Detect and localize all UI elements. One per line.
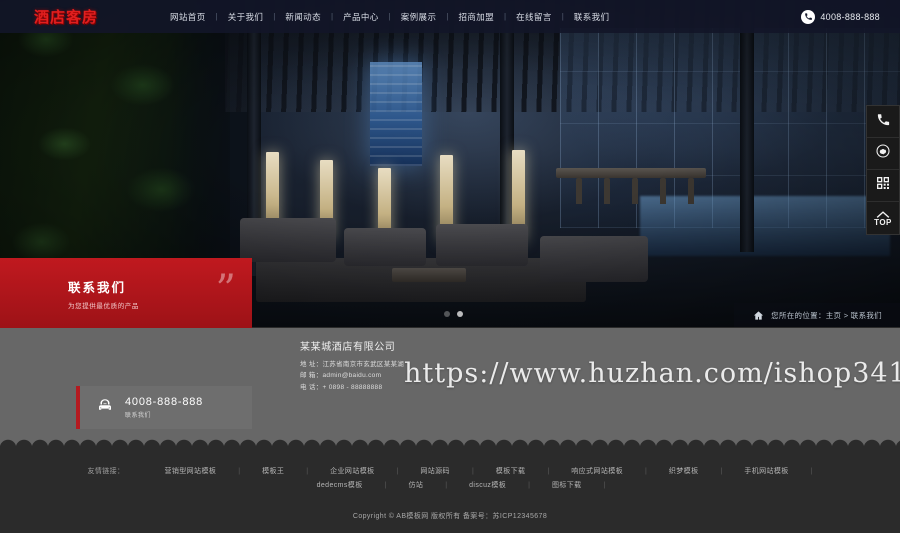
friend-links: 友情链接： 营销型网站模板 | 模板王 | 企业网站模板 | 网站源码 | 模板… [0,448,900,492]
footer-link[interactable]: dedecms模板 [295,478,385,492]
company-address: 地 址：江苏省南京市玄武区某某湖 [300,361,405,368]
back-to-top-label: TOP [874,218,892,227]
footer-link[interactable]: 响应式网站模板 [549,464,645,478]
main-navigation: 网站首页 | 关于我们 | 新闻动态 | 产品中心 | 案例展示 | 招商加盟 … [160,11,801,23]
copyright-text: Copyright © AB模板网 版权所有 备案号：苏ICP12345678 [352,513,548,520]
side-wechat-button[interactable] [867,138,899,170]
friend-links-row-2: dedecms模板 | 仿站 | discuz模板 | 图标下载 | [0,478,900,492]
header-phone[interactable]: 4008-888-888 [801,9,900,24]
side-phone-button[interactable] [867,106,899,138]
phone-icon [876,112,891,132]
slider-dot-active[interactable] [457,311,463,317]
contact-banner: 联系我们 为您提供最优质的产品 ” [0,258,252,328]
friend-links-row-1: 友情链接： 营销型网站模板 | 模板王 | 企业网站模板 | 网站源码 | 模板… [0,464,900,478]
home-icon[interactable] [752,309,765,322]
site-logo[interactable]: 酒店客房 [0,6,160,27]
contact-banner-subtitle: 为您提供最优质的产品 [68,302,139,310]
contact-banner-text: 联系我们 为您提供最优质的产品 [0,277,139,310]
nav-item-home[interactable]: 网站首页 [160,11,216,23]
company-name: 某某城酒店有限公司 [300,342,396,353]
footer-link[interactable]: 企业网站模板 [308,464,396,478]
header-phone-number: 4008-888-888 [820,11,880,22]
footer-link[interactable]: 手机网站模板 [722,464,810,478]
nav-item-about[interactable]: 关于我们 [218,11,274,23]
footer-link[interactable]: 网站源码 [398,464,472,478]
nav-item-cases[interactable]: 案例展示 [391,11,447,23]
footer-link[interactable]: discuz模板 [447,478,528,492]
company-info: 某某城酒店有限公司 地 址：江苏省南京市玄武区某某湖 邮 箱：admin@bai… [300,338,404,393]
quote-mark-icon: ” [215,267,236,313]
link-separator: | [603,481,606,489]
contact-banner-title: 联系我们 [68,280,127,295]
footer-link[interactable]: 模板下载 [474,464,548,478]
side-back-to-top-button[interactable]: TOP [867,202,899,234]
phone-card-label: 联系我们 [125,413,152,419]
footer-link[interactable]: 织梦模板 [647,464,721,478]
phone-card[interactable]: 4008-888-888 联系我们 [76,386,252,429]
company-tel: 电 话：+ 0898 - 88888888 [300,383,383,391]
nav-item-products[interactable]: 产品中心 [333,11,389,23]
slider-dot[interactable] [444,311,450,317]
page-root: 您所在的位置：主页 > 联系我们 酒店客房 网站首页 | 关于我们 | 新闻动态… [0,0,900,533]
footer-link[interactable]: 营销型网站模板 [142,464,238,478]
wechat-icon [875,143,891,164]
nav-item-news[interactable]: 新闻动态 [275,11,331,23]
scallop-divider [0,432,900,448]
nav-item-contact[interactable]: 联系我们 [564,11,620,23]
phone-card-text: 4008-888-888 联系我们 [125,396,203,419]
slider-dots[interactable] [444,311,463,317]
footer-link[interactable]: 仿站 [386,478,445,492]
side-toolbar: TOP [866,105,900,235]
breadcrumb: 您所在的位置：主页 > 联系我们 [734,303,900,327]
site-header: 酒店客房 网站首页 | 关于我们 | 新闻动态 | 产品中心 | 案例展示 | … [0,0,900,33]
site-footer: 友情链接： 营销型网站模板 | 模板王 | 企业网站模板 | 网站源码 | 模板… [0,448,900,533]
telephone-icon [96,397,114,418]
footer-link[interactable]: 模板王 [240,464,306,478]
side-qrcode-button[interactable] [867,170,899,202]
nav-item-franchise[interactable]: 招商加盟 [448,11,504,23]
breadcrumb-text: 您所在的位置：主页 > 联系我们 [771,310,882,320]
nav-item-message[interactable]: 在线留言 [506,11,562,23]
footer-link[interactable]: 图标下载 [530,478,604,492]
qrcode-icon [875,175,891,196]
phone-icon [801,9,816,24]
company-email: 邮 箱：admin@baidu.com [300,372,382,380]
link-separator: | [810,467,813,475]
phone-card-number: 4008-888-888 [125,396,204,408]
friend-links-label: 友情链接： [87,468,125,475]
